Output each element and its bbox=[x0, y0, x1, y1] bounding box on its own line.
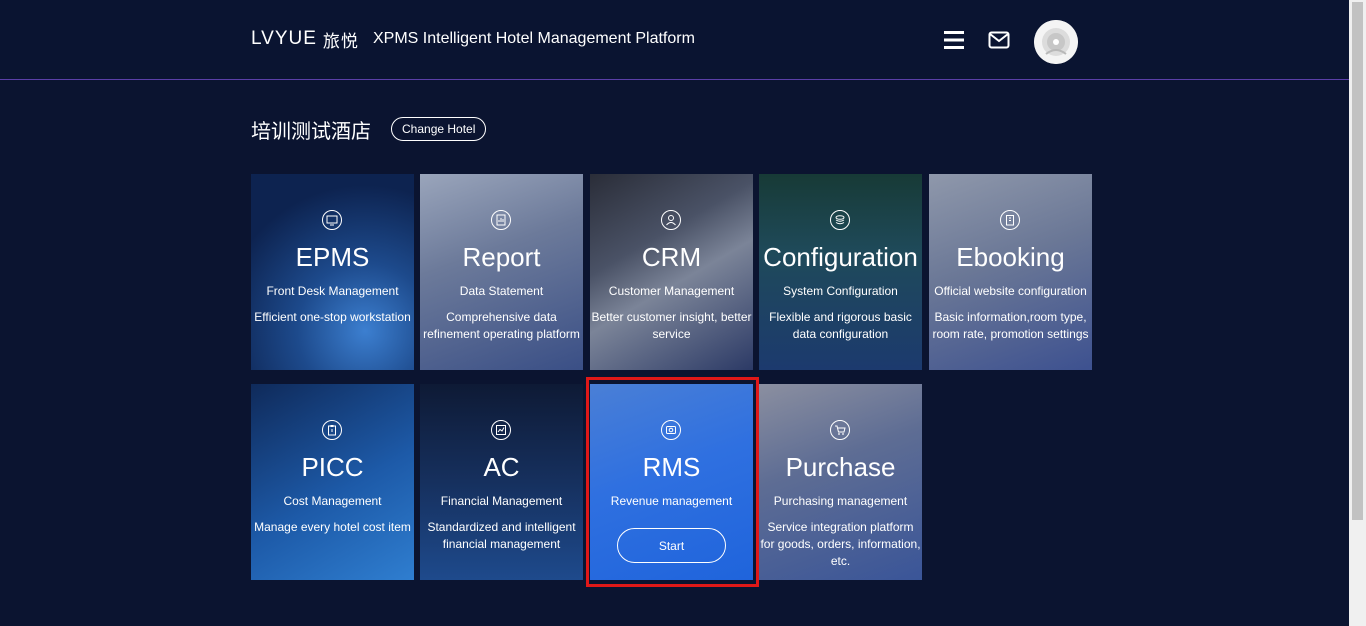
revenue-icon bbox=[661, 420, 681, 440]
tile-description: Comprehensive data refinement operating … bbox=[423, 310, 580, 341]
user-avatar[interactable] bbox=[1034, 20, 1078, 64]
tile-configuration[interactable]: Configuration System Configuration Flexi… bbox=[759, 174, 922, 370]
tile-title: PICC bbox=[301, 452, 364, 482]
tile-subtitle: Purchasing management bbox=[773, 494, 908, 508]
lvyue-logo[interactable]: LVYUE 旅悦 bbox=[251, 24, 359, 54]
page-scrollbar[interactable] bbox=[1349, 0, 1366, 626]
tile-description: Manage every hotel cost item bbox=[254, 520, 411, 534]
tile-title: Report bbox=[462, 242, 541, 272]
scrollbar-thumb[interactable] bbox=[1352, 2, 1363, 520]
tile-description: Service integration platform for goods, … bbox=[760, 520, 921, 568]
logo-chinese-text: 旅悦 bbox=[322, 31, 359, 52]
hotel-name: 培训测试酒店 bbox=[251, 119, 371, 143]
tile-purchase[interactable]: Purchase Purchasing management Service i… bbox=[759, 384, 922, 580]
top-header: LVYUE 旅悦 XPMS Intelligent Hotel Manageme… bbox=[0, 0, 1349, 80]
mail-icon[interactable] bbox=[988, 31, 1010, 49]
tile-description: Flexible and rigorous basic data configu… bbox=[769, 310, 912, 341]
clipboard-icon bbox=[322, 420, 342, 440]
change-hotel-button[interactable]: Change Hotel bbox=[391, 117, 487, 141]
tile-title: Ebooking bbox=[956, 242, 1065, 272]
app-title: XPMS Intelligent Hotel Management Platfo… bbox=[373, 30, 695, 47]
report-icon bbox=[491, 210, 511, 230]
tile-description: Efficient one-stop workstation bbox=[254, 310, 411, 324]
tile-description: Standardized and intelligent financial m… bbox=[427, 520, 576, 551]
tile-subtitle: Cost Management bbox=[283, 494, 382, 508]
tile-description: Basic information,room type, room rate, … bbox=[932, 310, 1089, 341]
tile-ebooking[interactable]: Ebooking Official website configuration … bbox=[929, 174, 1092, 370]
tile-subtitle: Revenue management bbox=[610, 494, 733, 508]
tile-crm[interactable]: CRM Customer Management Better customer … bbox=[590, 174, 753, 370]
tile-title: Purchase bbox=[785, 452, 896, 482]
tile-rms[interactable]: RMS Revenue management Start bbox=[590, 384, 753, 580]
tile-subtitle: Customer Management bbox=[608, 284, 735, 298]
tile-subtitle: Data Statement bbox=[459, 284, 544, 298]
chart-icon bbox=[491, 420, 511, 440]
customer-icon bbox=[661, 210, 681, 230]
tile-report[interactable]: Report Data Statement Comprehensive data… bbox=[420, 174, 583, 370]
tile-epms[interactable]: EPMS Front Desk Management Efficient one… bbox=[251, 174, 414, 370]
layers-icon bbox=[830, 210, 850, 230]
start-button[interactable]: Start bbox=[617, 528, 726, 563]
cart-icon bbox=[830, 420, 850, 440]
tile-subtitle: Front Desk Management bbox=[266, 284, 399, 298]
tile-subtitle: System Configuration bbox=[783, 284, 898, 298]
tile-title: CRM bbox=[641, 242, 702, 272]
tile-title: RMS bbox=[642, 452, 701, 482]
hamburger-menu-icon[interactable] bbox=[942, 29, 966, 51]
tile-title: AC bbox=[483, 452, 520, 482]
tile-subtitle: Financial Management bbox=[440, 494, 563, 508]
tile-picc[interactable]: PICC Cost Management Manage every hotel … bbox=[251, 384, 414, 580]
tile-description: Better customer insight, better service bbox=[591, 310, 752, 341]
tile-title: EPMS bbox=[295, 242, 370, 272]
tile-ac[interactable]: AC Financial Management Standardized and… bbox=[420, 384, 583, 580]
tile-title: Configuration bbox=[763, 242, 918, 272]
logo-text: LVYUE bbox=[251, 28, 317, 49]
tile-subtitle: Official website configuration bbox=[934, 284, 1087, 298]
building-icon bbox=[1000, 210, 1020, 230]
monitor-icon bbox=[322, 210, 342, 230]
